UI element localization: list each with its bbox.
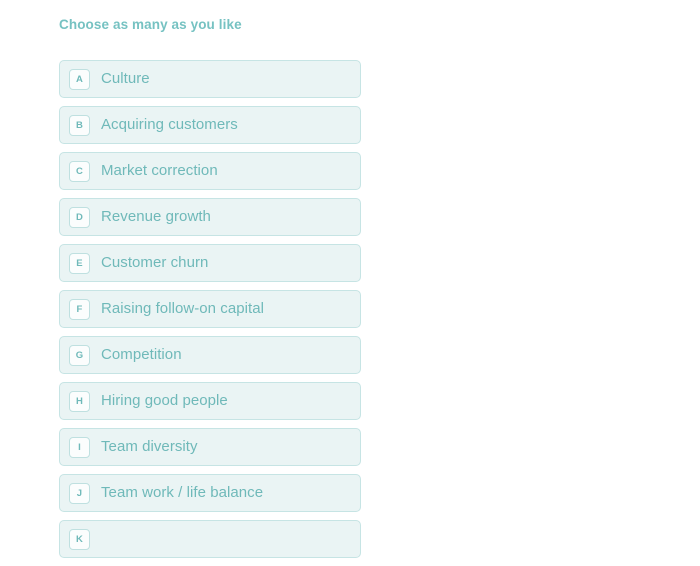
option-label-j: Team work / life balance — [101, 484, 264, 501]
option-key-badge-b: B — [69, 114, 90, 136]
option-key-badge-k: K — [69, 528, 90, 550]
option-key-badge-e: E — [69, 252, 90, 274]
option-item-g[interactable]: G Competition — [59, 336, 361, 374]
option-item-e[interactable]: E Customer churn — [59, 244, 361, 282]
option-key-badge-g: G — [69, 344, 90, 366]
option-item-i[interactable]: I Team diversity — [59, 428, 361, 466]
option-label-e: Customer churn — [101, 254, 209, 271]
option-key-badge-i: I — [69, 436, 90, 458]
option-item-d[interactable]: D Revenue growth — [59, 198, 361, 236]
option-label-c: Market correction — [101, 162, 218, 179]
option-key-badge-c: C — [69, 160, 90, 182]
option-item-c[interactable]: C Market correction — [59, 152, 361, 190]
option-key-badge-j: J — [69, 482, 90, 504]
option-key-badge-a: A — [69, 68, 90, 90]
option-label-a: Culture — [101, 70, 150, 87]
option-label-g: Competition — [101, 346, 182, 363]
survey-question-page: Choose as many as you like A Culture B A… — [0, 0, 700, 558]
option-item-j[interactable]: J Team work / life balance — [59, 474, 361, 512]
option-label-d: Revenue growth — [101, 208, 211, 225]
options-list: A Culture B Acquiring customers C Market… — [59, 60, 361, 566]
option-item-a[interactable]: A Culture — [59, 60, 361, 98]
option-label-i: Team diversity — [101, 438, 198, 455]
option-key-badge-h: H — [69, 390, 90, 412]
option-item-f[interactable]: F Raising follow-on capital — [59, 290, 361, 328]
option-label-f: Raising follow-on capital — [101, 300, 264, 317]
option-key-badge-d: D — [69, 206, 90, 228]
option-label-b: Acquiring customers — [101, 116, 238, 133]
option-label-h: Hiring good people — [101, 392, 228, 409]
option-item-h[interactable]: H Hiring good people — [59, 382, 361, 420]
option-item-k-partial[interactable]: K — [59, 520, 361, 558]
option-key-badge-f: F — [69, 298, 90, 320]
option-item-b[interactable]: B Acquiring customers — [59, 106, 361, 144]
instruction-text: Choose as many as you like — [59, 17, 242, 32]
